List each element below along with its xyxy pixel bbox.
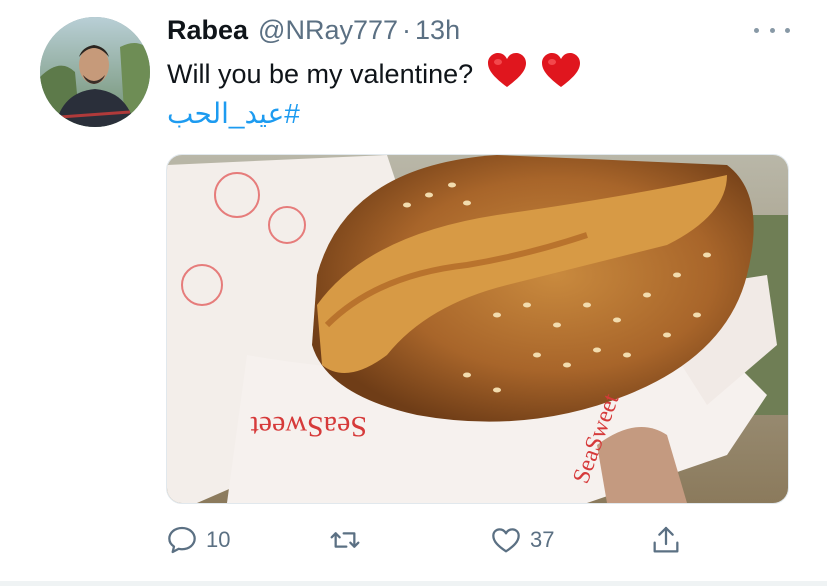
hashtag-link[interactable]: #عيد_الحب bbox=[167, 97, 300, 130]
like-button[interactable]: 37 bbox=[490, 520, 554, 560]
share-upload-icon bbox=[653, 526, 679, 553]
reply-button[interactable]: 10 bbox=[166, 520, 230, 560]
heart-outline-icon bbox=[492, 528, 520, 553]
more-dots-icon[interactable] bbox=[754, 18, 790, 42]
header-separator: · bbox=[402, 14, 412, 45]
heart-emoji-icon bbox=[488, 52, 527, 87]
tweet-divider bbox=[0, 581, 827, 586]
tweet-text: Will you be my valentine? bbox=[167, 52, 581, 96]
wrapper-print: SeaSweet bbox=[250, 410, 367, 443]
sandwich-photo: SeaSweet SeaSweet bbox=[167, 155, 788, 503]
retweet-icon bbox=[330, 532, 360, 548]
more-dot bbox=[769, 27, 775, 33]
tweet-timestamp[interactable]: 13h bbox=[415, 15, 460, 46]
tweet-actions: 10 37 bbox=[166, 520, 706, 560]
more-dot bbox=[754, 27, 759, 33]
author-name[interactable]: Rabea bbox=[167, 15, 248, 46]
red-heart-emoji bbox=[541, 52, 581, 96]
reply-count: 10 bbox=[206, 527, 231, 552]
tweet-body: Will you be my valentine? bbox=[167, 58, 474, 89]
retweet-button[interactable] bbox=[328, 520, 370, 560]
avatar[interactable] bbox=[40, 17, 150, 127]
tweet-header: Rabea @NRay777 · 13h bbox=[167, 12, 460, 48]
heart-emoji-icon bbox=[542, 52, 581, 87]
author-handle[interactable]: @NRay777 bbox=[258, 15, 398, 46]
like-count: 37 bbox=[530, 527, 555, 552]
red-heart-emoji bbox=[487, 52, 527, 96]
tweet-media-image[interactable]: SeaSweet SeaSweet bbox=[166, 154, 789, 504]
share-button[interactable] bbox=[650, 520, 682, 560]
speech-bubble-icon bbox=[168, 526, 196, 554]
more-dot bbox=[785, 27, 790, 33]
avatar-photo bbox=[40, 17, 150, 127]
